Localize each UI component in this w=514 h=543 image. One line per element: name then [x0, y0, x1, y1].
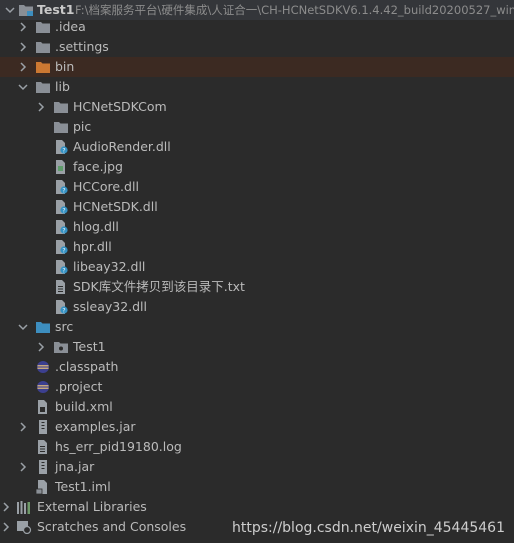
- folder-icon: [35, 20, 51, 34]
- unknown-file-icon: ?: [53, 220, 69, 234]
- idea-label: .idea: [55, 19, 86, 34]
- module-folder-icon: [18, 3, 34, 17]
- unknown-file-icon: ?: [53, 240, 69, 254]
- hcnetsdk-label: HCNetSDK.dll: [73, 199, 158, 214]
- tree-row-external-libraries[interactable]: External Libraries: [0, 497, 514, 517]
- test1-iml-label: Test1.iml: [55, 479, 111, 494]
- unknown-file-icon: ?: [53, 140, 69, 154]
- tree-row-hpr[interactable]: ? hpr.dll: [0, 237, 514, 257]
- folder-icon: [53, 120, 69, 134]
- image-file-icon: [53, 160, 69, 174]
- src-label: src: [55, 319, 74, 334]
- tree-row-audiorender[interactable]: ? AudioRender.dll: [0, 137, 514, 157]
- sdk-readme-label: SDK库文件拷贝到该目录下.txt: [73, 279, 245, 294]
- unknown-file-icon: ?: [53, 180, 69, 194]
- tree-row-sdk-readme[interactable]: SDK库文件拷贝到该目录下.txt: [0, 277, 514, 297]
- svg-text:?: ?: [62, 208, 65, 214]
- tree-row-test1-package[interactable]: Test1: [0, 337, 514, 357]
- examplesjar-label: examples.jar: [55, 419, 136, 434]
- ant-build-icon: [35, 400, 51, 414]
- watermark-url: https://blog.csdn.net/weixin_45445461: [231, 520, 505, 536]
- chevron-right-icon[interactable]: [0, 497, 12, 517]
- hserr-log-label: hs_err_pid19180.log: [55, 439, 182, 454]
- tree-row-classpath[interactable]: .classpath: [0, 357, 514, 377]
- chevron-right-icon[interactable]: [35, 337, 47, 357]
- package-icon: [53, 340, 69, 354]
- hcnetsdkcom-label: HCNetSDKCom: [73, 99, 167, 114]
- project-label: .project: [55, 379, 103, 394]
- tree-row-src[interactable]: src: [0, 317, 514, 337]
- project-tree: Test1 F:\档案服务平台\硬件集成\人证合一\CH-HCNetSDKV6.…: [0, 0, 514, 543]
- chevron-right-icon[interactable]: [17, 37, 29, 57]
- folder-icon: [53, 100, 69, 114]
- chevron-right-icon[interactable]: [17, 417, 29, 437]
- tree-row-examplesjar[interactable]: examples.jar: [0, 417, 514, 437]
- bin-label: bin: [55, 59, 75, 74]
- audiorender-label: AudioRender.dll: [73, 139, 171, 154]
- tree-row-bin[interactable]: bin: [0, 57, 514, 77]
- chevron-right-icon[interactable]: [35, 97, 47, 117]
- svg-text:?: ?: [62, 248, 65, 254]
- tree-row-lib[interactable]: lib: [0, 77, 514, 97]
- unknown-file-icon: ?: [53, 260, 69, 274]
- module-file-icon: [35, 480, 51, 494]
- chevron-right-icon[interactable]: [0, 517, 12, 537]
- tree-row-hcnetsdkcom[interactable]: HCNetSDKCom: [0, 97, 514, 117]
- log-file-icon: [35, 440, 51, 454]
- tree-row-settings[interactable]: .settings: [0, 37, 514, 57]
- svg-text:?: ?: [62, 148, 65, 154]
- jar-icon: [35, 420, 51, 434]
- hpr-label: hpr.dll: [73, 239, 112, 254]
- chevron-down-icon[interactable]: [17, 77, 29, 97]
- tree-row-hserr-log[interactable]: hs_err_pid19180.log: [0, 437, 514, 457]
- unknown-file-icon: ?: [53, 200, 69, 214]
- tree-row-hlog[interactable]: ? hlog.dll: [0, 217, 514, 237]
- external-libraries-label: External Libraries: [37, 499, 147, 514]
- svg-text:?: ?: [62, 228, 65, 234]
- settings-label: .settings: [55, 39, 109, 54]
- scratches-label: Scratches and Consoles: [37, 519, 187, 534]
- hccore-label: HCCore.dll: [73, 179, 139, 194]
- jnajar-label: jna.jar: [55, 459, 95, 474]
- unknown-file-icon: ?: [53, 300, 69, 314]
- tree-row-idea[interactable]: .idea: [0, 17, 514, 37]
- test1-package-label: Test1: [73, 339, 106, 354]
- scratches-icon: [16, 520, 32, 534]
- svg-text:?: ?: [62, 188, 65, 194]
- eclipse-icon: [35, 360, 51, 374]
- tree-row-hcnetsdk[interactable]: ? HCNetSDK.dll: [0, 197, 514, 217]
- library-icon: [16, 500, 32, 514]
- tree-row-test1-iml[interactable]: Test1.iml: [0, 477, 514, 497]
- chevron-right-icon[interactable]: [17, 457, 29, 477]
- folder-icon: [35, 80, 51, 94]
- folder-icon: [35, 40, 51, 54]
- face-label: face.jpg: [73, 159, 123, 174]
- svg-text:?: ?: [62, 308, 65, 314]
- tree-row-buildxml[interactable]: build.xml: [0, 397, 514, 417]
- ssleay-label: ssleay32.dll: [73, 299, 148, 314]
- pic-label: pic: [73, 119, 92, 134]
- excluded-folder-icon: [35, 60, 51, 74]
- hlog-label: hlog.dll: [73, 219, 119, 234]
- tree-row-hccore[interactable]: ? HCCore.dll: [0, 177, 514, 197]
- source-folder-icon: [35, 320, 51, 334]
- tree-row-ssleay[interactable]: ? ssleay32.dll: [0, 297, 514, 317]
- lib-label: lib: [55, 79, 70, 94]
- chevron-right-icon[interactable]: [17, 17, 29, 37]
- tree-row-libeay[interactable]: ? libeay32.dll: [0, 257, 514, 277]
- classpath-label: .classpath: [55, 359, 119, 374]
- libeay-label: libeay32.dll: [73, 259, 146, 274]
- svg-text:?: ?: [62, 268, 65, 274]
- tree-row-project[interactable]: .project: [0, 377, 514, 397]
- tree-row-pic[interactable]: pic: [0, 117, 514, 137]
- jar-icon: [35, 460, 51, 474]
- eclipse-icon: [35, 380, 51, 394]
- tree-row-face[interactable]: face.jpg: [0, 157, 514, 177]
- tree-row-jnajar[interactable]: jna.jar: [0, 457, 514, 477]
- buildxml-label: build.xml: [55, 399, 113, 414]
- text-file-icon: [53, 280, 69, 294]
- chevron-down-icon[interactable]: [17, 317, 29, 337]
- chevron-right-icon[interactable]: [17, 57, 29, 77]
